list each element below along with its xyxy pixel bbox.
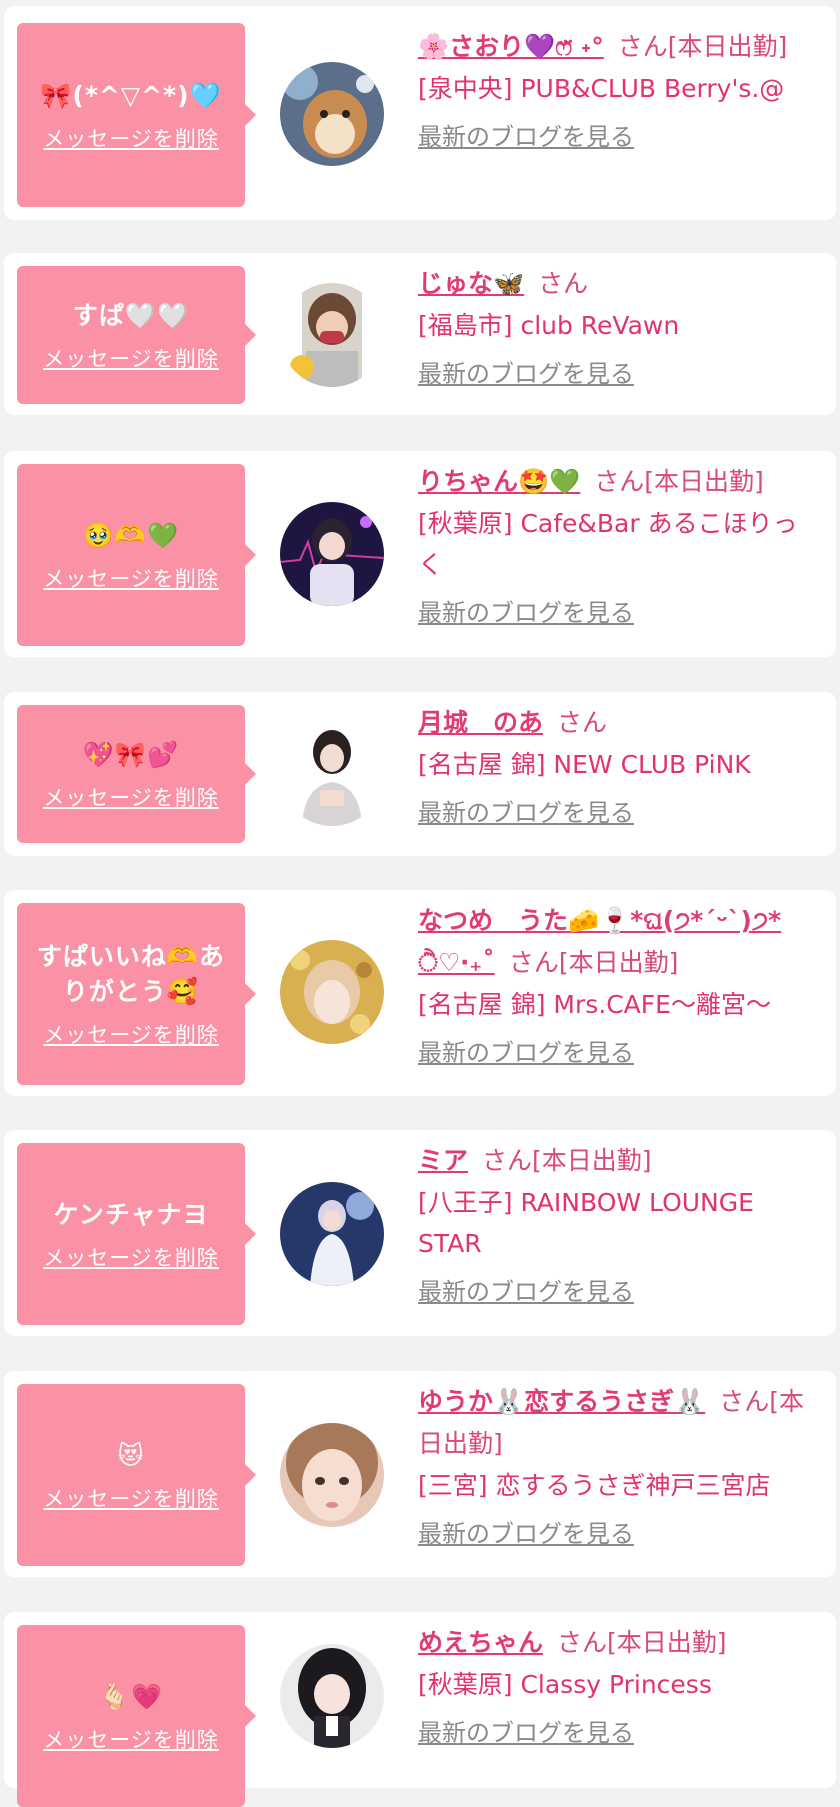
shop-name: [名古屋 錦] Mrs.CAFE〜離宮〜 xyxy=(418,990,771,1019)
fantasy-dress-photo xyxy=(280,1182,384,1286)
list-item: すぱ🤍🤍 メッセージを削除 じゅな🦋 さん [福島市] club ReVawn 最… xyxy=(4,253,836,415)
cast-name-link[interactable]: 月城 のあ xyxy=(418,708,543,737)
shop-name: [秋葉原] Classy Princess xyxy=(418,1670,712,1699)
cast-status: さん[本日出勤] xyxy=(617,32,788,61)
message-bubble: 🥹🫶💚 メッセージを削除 xyxy=(17,464,256,646)
latest-blog-link[interactable]: 最新のブログを見る xyxy=(418,354,634,389)
delete-message-link[interactable]: メッセージを削除 xyxy=(43,123,219,153)
delete-message-link[interactable]: メッセージを削除 xyxy=(43,782,219,812)
message-text: 💖🎀💕 xyxy=(82,739,180,769)
latest-blog-link[interactable]: 最新のブログを見る xyxy=(418,117,634,152)
cast-info: ゆうか🐰恋するうさぎ🐰 さん[本日出勤] [三宮] 恋するうさぎ神戸三宮店 最新の… xyxy=(418,1381,818,1549)
message-text: すぱいいね🫶ありがとう🥰 xyxy=(36,942,226,1006)
avatar[interactable] xyxy=(280,283,384,387)
delete-message-link[interactable]: メッセージを削除 xyxy=(43,563,219,593)
cast-info: りちゃん🤩💚 さん[本日出勤] [秋葉原] Cafe&Bar あるこほりっく 最新… xyxy=(418,461,818,628)
name-line: 🌸さおり💜ෆ̈ ˖° さん[本日出勤] xyxy=(418,26,818,68)
message-list: 🎀(*^▽^*)🩵 メッセージを削除 🌸さおり💜ෆ̈ ˖° さん[本日出勤] [泉… xyxy=(0,0,840,1807)
latest-blog-link[interactable]: 最新のブログを見る xyxy=(418,1033,634,1068)
delete-message-link[interactable]: メッセージを削除 xyxy=(43,1724,219,1754)
cast-name-link[interactable]: りちゃん🤩💚 xyxy=(418,467,580,496)
selfie-closeup-photo xyxy=(280,1423,384,1527)
latest-blog-link[interactable]: 最新のブログを見る xyxy=(418,793,634,828)
cast-name-link[interactable]: めえちゃん xyxy=(418,1628,543,1657)
shop-name: [秋葉原] Cafe&Bar あるこほりっく xyxy=(418,509,798,579)
cast-status: さん[本日出勤] xyxy=(594,467,764,496)
cast-info: じゅな🦋 さん [福島市] club ReVawn 最新のブログを見る xyxy=(418,263,818,389)
avatar[interactable] xyxy=(280,1182,384,1286)
message-text: ケンチャナヨ xyxy=(53,1199,209,1229)
idol-neon-photo xyxy=(280,502,384,606)
girl-with-mask-photo xyxy=(280,283,384,387)
message-text: 🎀(*^▽^*)🩵 xyxy=(40,80,222,110)
list-item: 🥹🫶💚 メッセージを削除 りちゃん🤩💚 さん[本日出勤] [秋葉原] Cafe&B… xyxy=(4,451,836,657)
message-bubble: 🫰🏻💗 メッセージを削除 xyxy=(17,1625,256,1807)
cast-info: ミア さん[本日出勤] [八王子] RAINBOW LOUNGE STAR 最新の… xyxy=(418,1140,818,1307)
shop-name: [福島市] club ReVawn xyxy=(418,311,680,340)
avatar[interactable] xyxy=(280,62,384,166)
cast-status: さん xyxy=(538,269,589,298)
latest-blog-link[interactable]: 最新のブログを見る xyxy=(418,593,634,628)
message-text: 🫰🏻💗 xyxy=(98,1681,164,1711)
cast-status: さん xyxy=(557,708,608,737)
delete-message-link[interactable]: メッセージを削除 xyxy=(43,1483,219,1513)
cast-name-link[interactable]: ミア xyxy=(418,1146,468,1175)
message-bubble: 💖🎀💕 メッセージを削除 xyxy=(17,705,256,843)
name-line: なつめ うた🧀🍷*ଘ(੭*ˊᵕˋ)੭* ੈ♡‧₊˚ さん[本日出勤] xyxy=(418,900,818,984)
shop-name: [八王子] RAINBOW LOUNGE STAR xyxy=(418,1188,754,1258)
message-text: すぱ🤍🤍 xyxy=(72,300,190,330)
message-text: 😻 xyxy=(117,1440,145,1470)
name-line: ミア さん[本日出勤] xyxy=(418,1140,818,1182)
list-item: 🎀(*^▽^*)🩵 メッセージを削除 🌸さおり💜ෆ̈ ˖° さん[本日出勤] [泉… xyxy=(4,6,836,220)
name-line: ゆうか🐰恋するうさぎ🐰 さん[本日出勤] xyxy=(418,1381,818,1465)
name-line: じゅな🦋 さん xyxy=(418,263,818,305)
hostess-portrait-photo xyxy=(280,722,384,826)
message-bubble: ケンチャナヨ メッセージを削除 xyxy=(17,1143,256,1325)
message-bubble: すぱいいね🫶ありがとう🥰 メッセージを削除 xyxy=(17,903,256,1085)
latest-blog-link[interactable]: 最新のブログを見る xyxy=(418,1713,634,1748)
gothic-doll-photo xyxy=(280,1644,384,1748)
shop-name: [泉中央] PUB&CLUB Berry's.@ xyxy=(418,74,785,103)
message-bubble: 😻 メッセージを削除 xyxy=(17,1384,256,1566)
name-line: りちゃん🤩💚 さん[本日出勤] xyxy=(418,461,818,503)
delete-message-link[interactable]: メッセージを削除 xyxy=(43,1019,219,1049)
shop-name: [三宮] 恋するうさぎ神戸三宮店 xyxy=(418,1471,771,1500)
avatar[interactable] xyxy=(280,722,384,826)
cast-status: さん[本日出勤] xyxy=(557,1628,727,1657)
avatar[interactable] xyxy=(280,940,384,1044)
cast-info: めえちゃん さん[本日出勤] [秋葉原] Classy Princess 最新のブ… xyxy=(418,1622,818,1748)
message-text: 🥹🫶💚 xyxy=(82,520,180,550)
list-item: 🫰🏻💗 メッセージを削除 めえちゃん さん[本日出勤] [秋葉原] Classy … xyxy=(4,1612,836,1807)
cast-name-link[interactable]: じゅな🦋 xyxy=(418,269,524,298)
hamster-plush-photo xyxy=(280,62,384,166)
list-item: すぱいいね🫶ありがとう🥰 メッセージを削除 なつめ うた🧀🍷*ଘ(੭*ˊᵕˋ)੭… xyxy=(4,890,836,1096)
cast-info: 🌸さおり💜ෆ̈ ˖° さん[本日出勤] [泉中央] PUB&CLUB Berry'… xyxy=(418,26,818,152)
latest-blog-link[interactable]: 最新のブログを見る xyxy=(418,1272,634,1307)
avatar[interactable] xyxy=(280,502,384,606)
cast-status: さん[本日出勤] xyxy=(482,1146,652,1175)
shop-name: [名古屋 錦] NEW CLUB PiNK xyxy=(418,750,751,779)
glitter-portrait-photo xyxy=(280,940,384,1044)
list-item: ケンチャナヨ メッセージを削除 ミア さん[本日出勤] [八王子] RAINBOW… xyxy=(4,1130,836,1336)
name-line: めえちゃん さん[本日出勤] xyxy=(418,1622,818,1664)
name-line: 月城 のあ さん xyxy=(418,702,818,744)
delete-message-link[interactable]: メッセージを削除 xyxy=(43,343,219,373)
cast-info: 月城 のあ さん [名古屋 錦] NEW CLUB PiNK 最新のブログを見る xyxy=(418,702,818,828)
cast-name-link[interactable]: ゆうか🐰恋するうさぎ🐰 xyxy=(418,1387,705,1416)
list-item: 💖🎀💕 メッセージを削除 月城 のあ さん [名古屋 錦] NEW CLUB Pi… xyxy=(4,692,836,856)
delete-message-link[interactable]: メッセージを削除 xyxy=(43,1242,219,1272)
list-item: 😻 メッセージを削除 ゆうか🐰恋するうさぎ🐰 さん[本日出勤] [三宮] 恋するう… xyxy=(4,1371,836,1577)
message-bubble: 🎀(*^▽^*)🩵 メッセージを削除 xyxy=(17,23,256,207)
cast-name-link[interactable]: 🌸さおり💜ෆ̈ ˖° xyxy=(418,32,604,61)
message-bubble: すぱ🤍🤍 メッセージを削除 xyxy=(17,266,256,404)
latest-blog-link[interactable]: 最新のブログを見る xyxy=(418,1514,634,1549)
avatar[interactable] xyxy=(280,1423,384,1527)
cast-status: さん[本日出勤] xyxy=(508,948,679,977)
avatar[interactable] xyxy=(280,1644,384,1748)
cast-info: なつめ うた🧀🍷*ଘ(੭*ˊᵕˋ)੭* ੈ♡‧₊˚ さん[本日出勤] [名古屋 錦… xyxy=(418,900,818,1068)
